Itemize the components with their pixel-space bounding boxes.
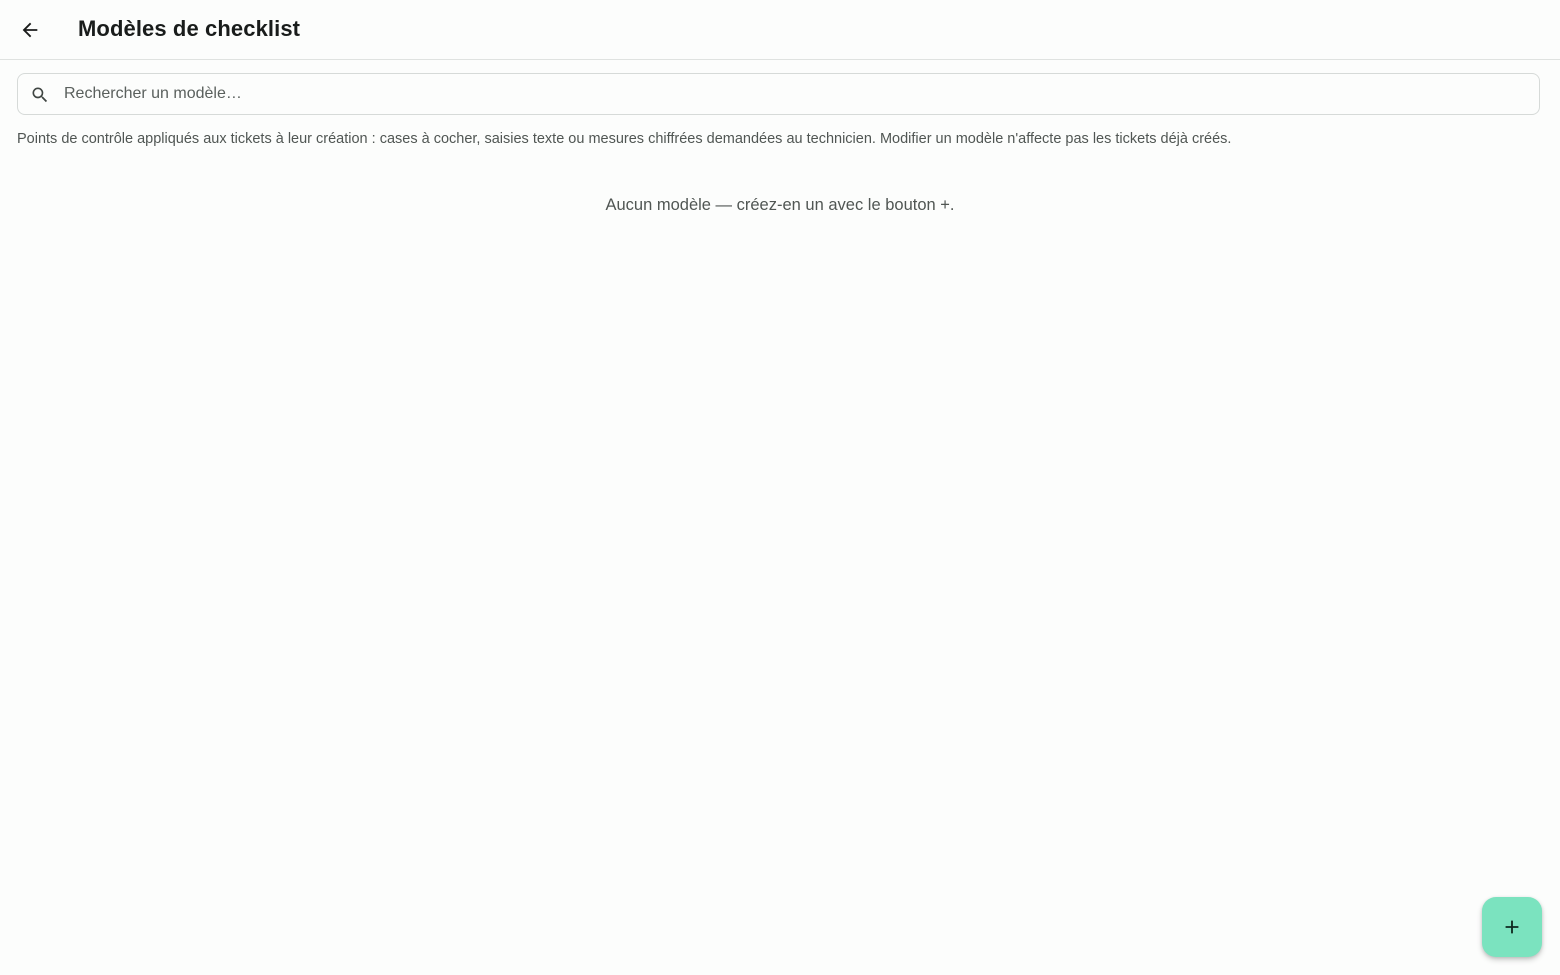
empty-state-message: Aucun modèle — créez-en un avec le bouto… bbox=[605, 196, 955, 214]
page-title: Modèles de checklist bbox=[78, 16, 301, 41]
add-template-button[interactable] bbox=[1482, 897, 1542, 957]
app-root: Modèles de checklist Points de contrôle … bbox=[0, 0, 1560, 975]
back-button[interactable] bbox=[10, 10, 50, 50]
search-input[interactable] bbox=[64, 74, 1524, 114]
arrow-left-icon bbox=[22, 22, 38, 38]
top-app-bar: Modèles de checklist bbox=[0, 0, 1560, 60]
help-text: Points de contrôle appliqués aux tickets… bbox=[17, 131, 1232, 147]
plus-icon bbox=[1505, 920, 1519, 934]
search-field[interactable] bbox=[17, 73, 1540, 115]
search-icon bbox=[32, 87, 48, 103]
